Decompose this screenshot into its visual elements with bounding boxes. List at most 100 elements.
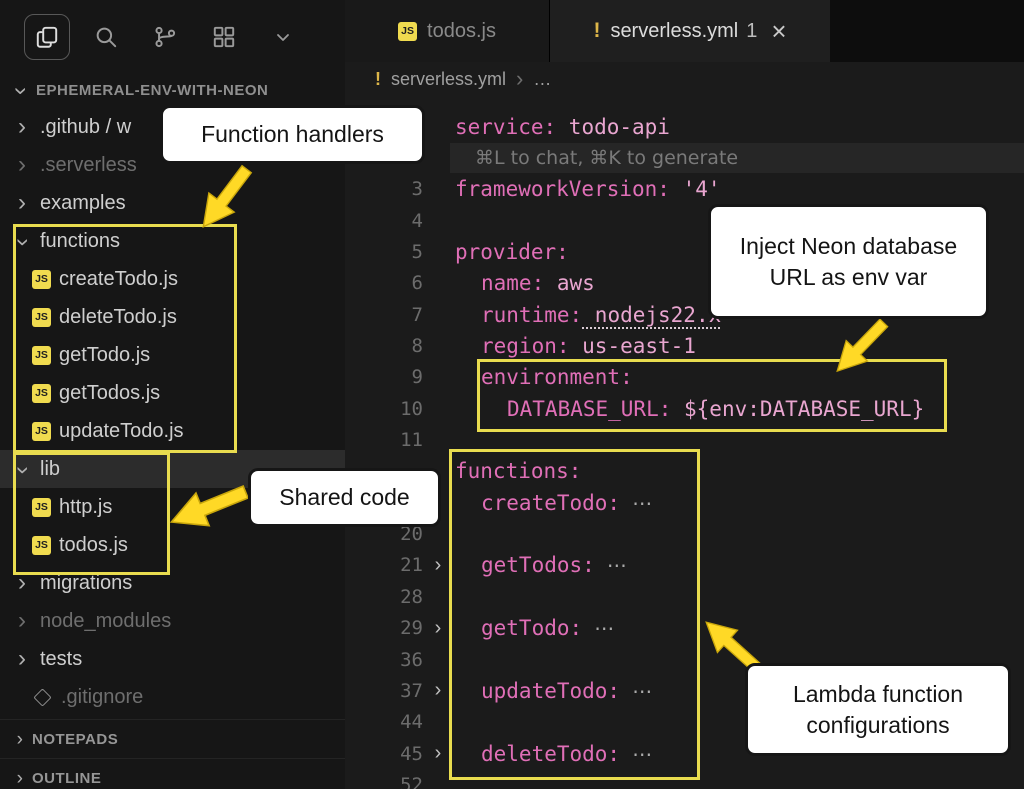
tree-item[interactable]: › tests	[0, 640, 345, 678]
breadcrumb[interactable]: ! serverless.yml › …	[345, 62, 1024, 96]
yaml-key: frameworkVersion:	[455, 177, 670, 201]
explorer-icon[interactable]	[24, 14, 70, 60]
code-line: 8 region: us-east-1	[345, 330, 1024, 361]
chevron-icon: ›	[12, 647, 32, 671]
fold-caret-icon[interactable]: ›	[425, 742, 451, 765]
yaml-key: getTodo:	[481, 616, 582, 640]
chevron-right-icon: ›	[12, 769, 28, 788]
tree-item[interactable]: › functions	[0, 222, 345, 260]
line-number: 44	[365, 711, 423, 733]
tree-item-label: node_modules	[40, 610, 171, 633]
js-icon: JS	[398, 22, 417, 41]
tree-item-label: tests	[40, 648, 82, 671]
tree-item-label: createTodo.js	[59, 268, 178, 291]
warning-icon: !	[593, 19, 600, 43]
app-window: › EPHEMERAL-ENV-WITH-NEON › .github / w …	[0, 0, 1024, 789]
chevron-icon: ›	[12, 609, 32, 633]
tab-label: serverless.yml	[610, 20, 738, 43]
code-line: 28	[345, 581, 1024, 612]
ai-hint: ⌘L to chat, ⌘K to generate	[450, 143, 1024, 172]
line-number: 9	[365, 366, 423, 388]
line-number: 52	[365, 774, 423, 789]
tab-bar: JS todos.js ! serverless.yml 1 ×	[345, 0, 1024, 62]
code-text: service: todo-api	[455, 115, 670, 139]
code-line: 10 DATABASE_URL: ${env:DATABASE_URL}	[345, 393, 1024, 424]
file-type-icon: JS	[32, 270, 51, 289]
tree-item[interactable]: JS getTodo.js	[0, 336, 345, 374]
tree-item[interactable]: JS createTodo.js	[0, 260, 345, 298]
sidebar-section-outline[interactable]: › OUTLINE	[0, 758, 345, 789]
chevron-icon: ›	[12, 191, 32, 215]
tree-item[interactable]: › migrations	[0, 564, 345, 602]
fold-caret-icon[interactable]: ›	[425, 617, 451, 640]
code-line: 7 runtime: nodejs22.x	[345, 299, 1024, 330]
line-number: 10	[365, 398, 423, 420]
yaml-key: provider:	[455, 240, 569, 264]
folded-code-icon[interactable]: ⋯	[632, 491, 654, 515]
yaml-key: functions:	[455, 459, 581, 483]
tree-item[interactable]: .gitignore	[0, 678, 345, 716]
yaml-key: service:	[455, 115, 556, 139]
folded-code-icon[interactable]: ⋯	[632, 742, 654, 766]
line-number: 4	[365, 210, 423, 232]
tab-serverless-yml[interactable]: ! serverless.yml 1 ×	[550, 0, 830, 62]
tree-item-label: .github / w	[40, 116, 131, 139]
line-number: 28	[365, 586, 423, 608]
yaml-key: DATABASE_URL:	[507, 397, 671, 421]
tree-item[interactable]: JS deleteTodo.js	[0, 298, 345, 336]
file-type-icon: JS	[32, 384, 51, 403]
tree-item[interactable]: JS todos.js	[0, 526, 345, 564]
code-line: 52	[345, 769, 1024, 789]
yaml-key: deleteTodo:	[481, 742, 620, 766]
line-number: 8	[365, 335, 423, 357]
tree-item[interactable]: JS updateTodo.js	[0, 412, 345, 450]
code-line: 45 › deleteTodo: ⋯	[345, 738, 1024, 769]
file-tree: › .github / w › .serverless › examples ›…	[0, 108, 345, 716]
tree-item[interactable]: › .github / w	[0, 108, 345, 146]
tree-item-label: examples	[40, 192, 126, 215]
folded-code-icon[interactable]: ⋯	[607, 553, 629, 577]
line-number: 11	[365, 429, 423, 451]
code-text: createTodo: ⋯	[455, 491, 654, 515]
tree-item[interactable]: › .serverless	[0, 146, 345, 184]
code-text: provider:	[455, 240, 569, 264]
folded-code-icon[interactable]: ⋯	[632, 679, 654, 703]
chevron-down-icon: ›	[9, 81, 33, 101]
file-type-icon: JS	[32, 536, 51, 555]
tree-item[interactable]: JS getTodos.js	[0, 374, 345, 412]
sidebar: › EPHEMERAL-ENV-WITH-NEON › .github / w …	[0, 0, 346, 789]
tree-item[interactable]: › examples	[0, 184, 345, 222]
sidebar-section-notepads[interactable]: › NOTEPADS	[0, 719, 345, 758]
tree-item[interactable]: JS http.js	[0, 488, 345, 526]
fold-caret-icon[interactable]: ›	[425, 554, 451, 577]
code-line: createTodo: ⋯	[345, 487, 1024, 518]
file-type-icon	[33, 688, 51, 706]
tab-label: todos.js	[427, 20, 496, 43]
search-icon[interactable]	[83, 14, 129, 60]
code-text: getTodo: ⋯	[455, 616, 616, 640]
project-header[interactable]: › EPHEMERAL-ENV-WITH-NEON	[0, 76, 345, 104]
source-control-icon[interactable]	[142, 14, 188, 60]
chevron-down-icon[interactable]	[260, 14, 306, 60]
line-number: 45	[365, 743, 423, 765]
line-number: 3	[365, 178, 423, 200]
yaml-key: createTodo:	[481, 491, 620, 515]
code-text: runtime: nodejs22.x	[455, 303, 721, 327]
tab-todos-js[interactable]: JS todos.js	[345, 0, 550, 62]
line-number: 6	[365, 272, 423, 294]
file-type-icon: JS	[32, 422, 51, 441]
code-text: deleteTodo: ⋯	[455, 742, 654, 766]
line-number: 37	[365, 680, 423, 702]
line-number: 36	[365, 649, 423, 671]
fold-caret-icon[interactable]: ›	[425, 679, 451, 702]
folded-code-icon[interactable]: ⋯	[594, 616, 616, 640]
breadcrumb-more[interactable]: …	[533, 69, 551, 90]
extensions-icon[interactable]	[201, 14, 247, 60]
tree-item[interactable]: › lib	[0, 450, 345, 488]
code-line: 9 environment:	[345, 362, 1024, 393]
code-line: 5 provider:	[345, 236, 1024, 267]
yaml-value: ${env:DATABASE_URL}	[671, 397, 924, 421]
close-icon[interactable]: ×	[771, 18, 786, 44]
tree-item[interactable]: › node_modules	[0, 602, 345, 640]
code-line: 4	[345, 205, 1024, 236]
